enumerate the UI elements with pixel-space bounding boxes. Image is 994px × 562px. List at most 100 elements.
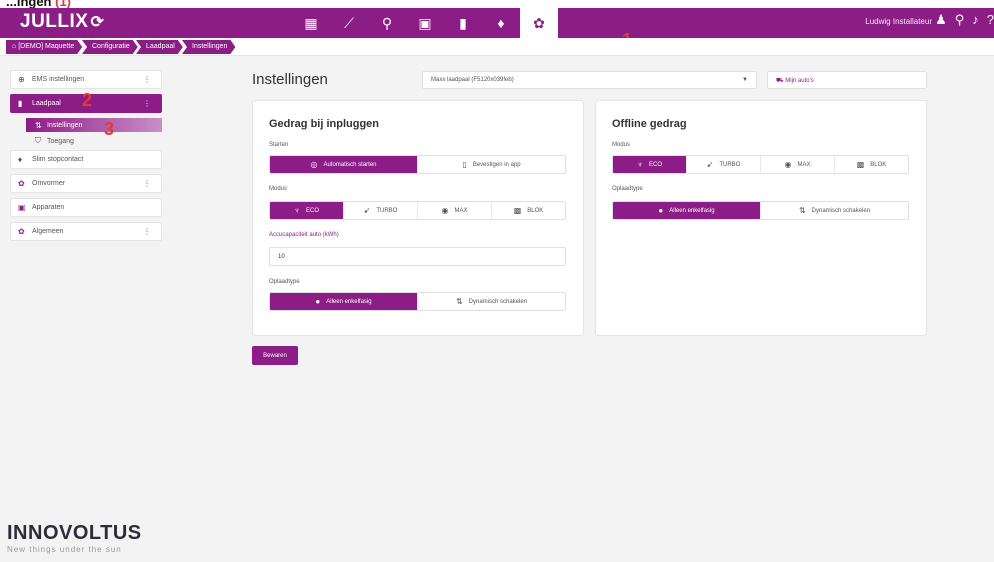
save-button[interactable]: Bewaren	[252, 346, 298, 365]
offline-phase-toggle: ● Alleen enkelfasig ⇅ Dynamisch schakelen	[612, 201, 909, 220]
option-label: TURBO	[719, 161, 741, 168]
switch-icon: ⇅	[798, 206, 806, 215]
offline-mode-toggle: ♆ ECO ➹ TURBO ◉ MAX ▩ BLOK	[612, 155, 909, 174]
switch-icon: ⇅	[455, 297, 463, 306]
breadcrumb-item-home[interactable]: ⌂ [DEMO] Maquette	[6, 40, 82, 54]
more-icon[interactable]: ⋮	[143, 227, 151, 236]
mode-turbo-option[interactable]: ➹ TURBO	[687, 156, 761, 173]
plug-icon[interactable]: ♦	[482, 8, 520, 38]
sidebar-item-label: EMS instellingen	[32, 76, 85, 83]
help-icon[interactable]: ?	[987, 12, 994, 28]
mode-label: Modus	[269, 186, 288, 192]
more-icon[interactable]: ⋮	[143, 179, 151, 188]
charger-select[interactable]: Maxx laadpaal (F5120x039feb) ▼	[422, 71, 757, 89]
sidebar-item-omvormer[interactable]: ✿ Omvormer ⋮	[10, 174, 162, 193]
sidebar-item-label: Laadpaal	[32, 100, 61, 107]
rocket-icon: ➹	[706, 160, 714, 169]
mode-label: Modus	[612, 142, 631, 148]
dashboard-icon[interactable]: ▦	[292, 8, 330, 38]
sidebar-item-apparaten[interactable]: ▣ Apparaten	[10, 198, 162, 217]
offline-behaviour-card: Offline gedrag Modus ♆ ECO ➹ TURBO ◉ MAX ▩ B…	[595, 100, 927, 336]
eco-icon: ♆	[636, 160, 643, 169]
rocket-icon: ➹	[363, 206, 371, 215]
card-title: Offline gedrag	[612, 118, 687, 130]
option-label: Automatisch starten	[323, 161, 377, 168]
mode-eco-option[interactable]: ♆ ECO	[270, 202, 344, 219]
battery-icon[interactable]: ▮	[444, 8, 482, 38]
user-name[interactable]: Ludwig Installateur	[865, 17, 932, 26]
phase-label: Oplaadtype	[269, 279, 300, 285]
analytics-icon[interactable]: ⚲	[368, 8, 406, 38]
header-actions: ♟ ⚲ ♪ ?	[935, 12, 994, 28]
sidebar-item-label: Algemeen	[32, 228, 64, 235]
confirm-in-app-option[interactable]: ▯ Bevestigen in app	[418, 156, 565, 173]
charger-icon: ▮	[18, 99, 23, 108]
sidebar-item-label: Apparaten	[32, 204, 65, 211]
phone-icon: ▯	[462, 160, 467, 169]
capacity-input[interactable]: 10	[269, 247, 566, 266]
brand-logo: INNOVOLTUS New things under the sun	[7, 522, 142, 554]
sidebar-subitem-label: Toegang	[47, 137, 74, 145]
mode-max-option[interactable]: ◉ MAX	[761, 156, 835, 173]
gear-icon: ✿	[18, 179, 25, 188]
plugin-behaviour-card: Gedrag bij inpluggen Starten ◎ Automatisc…	[252, 100, 584, 336]
sidebar-item-algemeen[interactable]: ✿ Algemeen ⋮	[10, 222, 162, 241]
sidebar-item-slim-stopcontact[interactable]: ♦ Slim stopcontact	[10, 150, 162, 169]
sidebar-item-label: Slim stopcontact	[32, 156, 84, 163]
breadcrumb-item-configuratie[interactable]: Configuratie	[82, 40, 138, 54]
mode-blok-option[interactable]: ▩ BLOK	[492, 202, 565, 219]
info-icon: ●	[315, 297, 321, 306]
more-icon[interactable]: ⋮	[143, 99, 151, 108]
device-icon[interactable]: ▣	[406, 8, 444, 38]
annotation-marker-2: 2	[82, 90, 93, 110]
info-icon: ●	[658, 206, 664, 215]
sliders-icon: ⇅	[35, 120, 42, 130]
single-phase-option[interactable]: ● Alleen enkelfasig	[613, 202, 761, 219]
option-label: Alleen enkelfasig	[326, 298, 372, 305]
block-icon: ▩	[856, 160, 865, 169]
mode-blok-option[interactable]: ▩ BLOK	[835, 156, 908, 173]
bell-icon[interactable]: ♪	[972, 12, 979, 28]
device-icon: ▣	[18, 203, 26, 212]
option-label: BLOK	[527, 207, 544, 214]
sidebar-subitem-instellingen[interactable]: ⇅ Instellingen	[26, 118, 162, 132]
top-clipped-caption: ...ingen (1)	[0, 0, 994, 9]
sidebar-item-label: Omvormer	[32, 180, 66, 187]
mode-eco-option[interactable]: ♆ ECO	[613, 156, 687, 173]
dynamic-switch-option[interactable]: ⇅ Dynamisch schakelen	[418, 293, 565, 310]
charger-select-value: Maxx laadpaal (F5120x039feb)	[431, 77, 514, 83]
option-label: ECO	[305, 207, 319, 214]
single-phase-option[interactable]: ● Alleen enkelfasig	[270, 293, 418, 310]
option-label: BLOK	[870, 161, 887, 168]
my-cars-button[interactable]: ⛟ Mijn auto's	[767, 71, 927, 89]
chevron-down-icon: ▼	[742, 77, 748, 83]
breadcrumb-item-instellingen[interactable]: Instellingen	[182, 40, 235, 54]
sidebar-subitem-toegang[interactable]: ⛉ Toegang	[26, 134, 162, 148]
sidebar-subitem-label: Instellingen	[47, 121, 83, 129]
search-icon[interactable]: ⚲	[955, 12, 965, 28]
auto-start-option[interactable]: ◎ Automatisch starten	[270, 156, 418, 173]
chart-icon[interactable]: ⟋	[330, 8, 368, 38]
start-mode-toggle: ◎ Automatisch starten ▯ Bevestigen in app	[269, 155, 566, 174]
option-label: TURBO	[376, 207, 398, 214]
phase-label: Oplaadtype	[612, 186, 643, 192]
play-icon: ◎	[310, 160, 318, 169]
breadcrumb: ⌂ [DEMO] Maquette Configuratie Laadpaal …	[0, 38, 994, 56]
page-title: Instellingen	[252, 71, 328, 88]
mode-turbo-option[interactable]: ➹ TURBO	[344, 202, 418, 219]
gauge-icon: ◉	[441, 206, 449, 215]
app-logo[interactable]: JULLIX ⟳	[20, 11, 104, 33]
sidebar-item-ems[interactable]: ⊕ EMS instellingen ⋮	[10, 70, 162, 89]
main-nav-icons: ▦ ⟋ ⚲ ▣ ▮ ♦ ✿	[292, 8, 558, 38]
mode-max-option[interactable]: ◉ MAX	[418, 202, 492, 219]
settings-icon[interactable]: ✿	[520, 8, 558, 38]
breadcrumb-item-laadpaal[interactable]: Laadpaal	[136, 40, 183, 54]
mode-toggle: ♆ ECO ➹ TURBO ◉ MAX ▩ BLOK	[269, 201, 566, 220]
start-label: Starten	[269, 142, 289, 148]
phase-toggle: ● Alleen enkelfasig ⇅ Dynamisch schakelen	[269, 292, 566, 311]
user-icon[interactable]: ♟	[935, 12, 947, 28]
app-title: JULLIX	[20, 11, 89, 32]
capacity-label: Accucapaciteit auto (kWh)	[269, 232, 339, 238]
dynamic-switch-option[interactable]: ⇅ Dynamisch schakelen	[761, 202, 908, 219]
more-icon[interactable]: ⋮	[143, 75, 151, 84]
